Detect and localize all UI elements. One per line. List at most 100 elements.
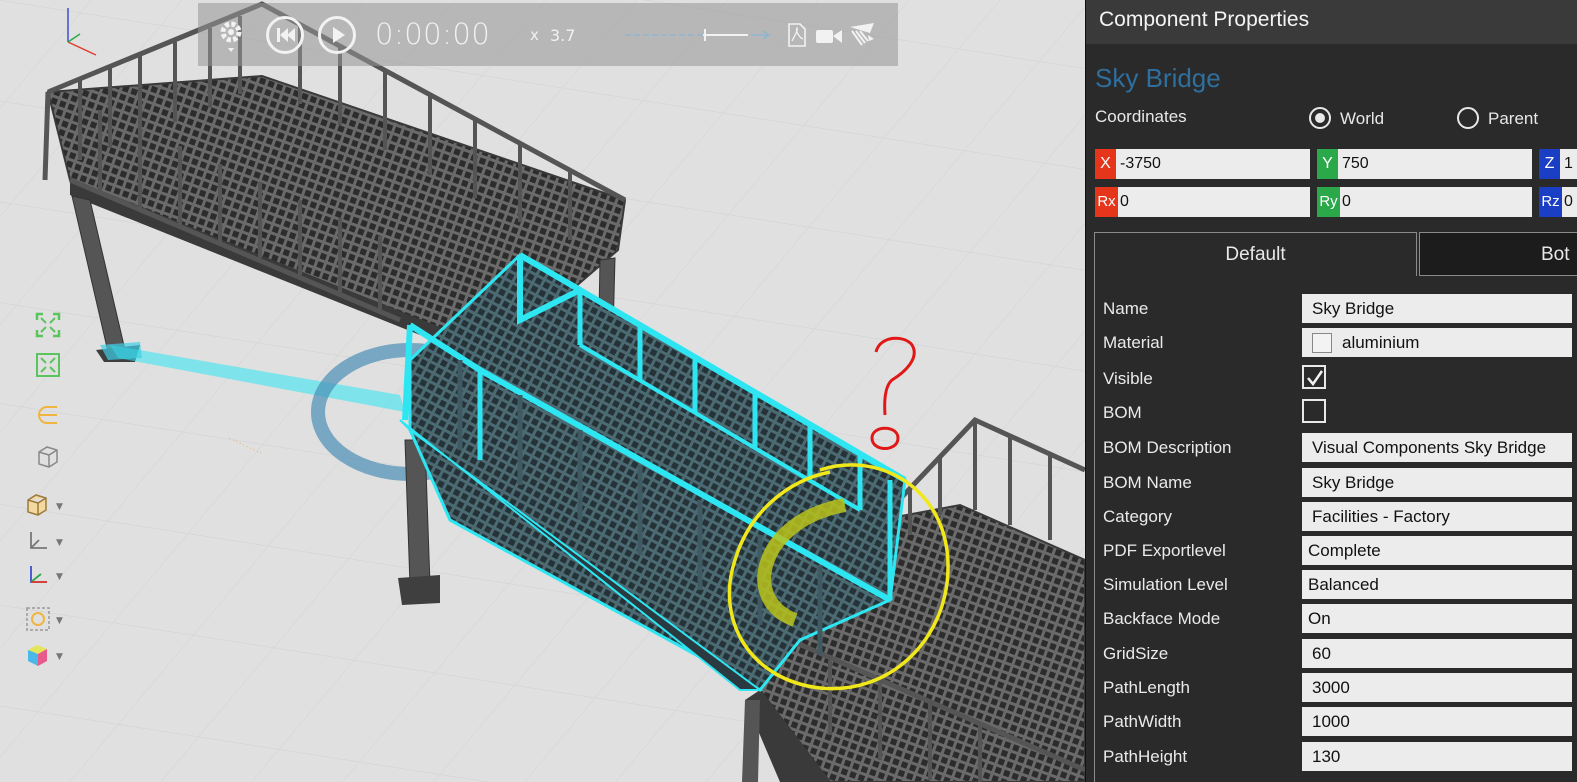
scene-canvas[interactable]: · · · · · · · · · · (0, 0, 1085, 782)
property-row-bom-name: BOM Name Sky Bridge (1095, 466, 1577, 500)
property-list: Name Sky Bridge Material aluminium Visib… (1094, 276, 1577, 782)
coord-rz-field[interactable]: Rz 0 (1539, 187, 1577, 217)
gridsize-field[interactable]: 60 (1302, 639, 1572, 668)
coord-rx-tag: Rx (1095, 187, 1118, 217)
coord-z-input[interactable]: 1 (1560, 149, 1577, 179)
fit-selection-icon[interactable] (35, 352, 61, 378)
property-row-category: Category Facilities - Factory (1095, 500, 1577, 534)
property-row-visible: Visible (1095, 362, 1577, 396)
visible-checkbox[interactable] (1302, 365, 1326, 389)
box-dropdown-icon[interactable] (25, 492, 51, 518)
property-row-bom: BOM (1095, 396, 1577, 430)
coord-rz-tag: Rz (1539, 187, 1562, 217)
axes-dropdown-icon[interactable] (25, 562, 51, 588)
tab-default[interactable]: Default (1094, 232, 1417, 276)
property-label: Visible (1103, 369, 1153, 388)
property-label: PDF Exportlevel (1103, 541, 1226, 560)
rewind-icon (277, 28, 295, 42)
bom-description-field[interactable]: Visual Components Sky Bridge (1302, 433, 1572, 462)
speed-multiplier-label: x (530, 26, 539, 44)
chevron-down-icon[interactable]: ▼ (56, 572, 63, 582)
tab-bot[interactable]: Bot (1419, 232, 1577, 276)
box-icon[interactable] (35, 444, 61, 470)
property-label: PathLength (1103, 678, 1190, 697)
play-icon (333, 27, 345, 43)
property-label: GridSize (1103, 644, 1169, 663)
material-value: aluminium (1342, 333, 1420, 352)
chevron-down-icon[interactable]: ▼ (56, 652, 63, 662)
pdf-icon[interactable] (786, 23, 808, 51)
coord-y-field[interactable]: Y 750 (1317, 149, 1532, 179)
coord-ry-field[interactable]: Ry 0 (1317, 187, 1532, 217)
pathwidth-field[interactable]: 1000 (1302, 707, 1572, 736)
property-label: PathWidth (1103, 712, 1182, 731)
play-button[interactable] (318, 16, 356, 54)
speed-multiplier-value: 3.7 (550, 26, 576, 45)
speed-slider[interactable] (623, 27, 773, 43)
property-row-pathwidth: PathWidth 1000 (1095, 705, 1577, 739)
pdf-exportlevel-select[interactable]: Complete (1302, 536, 1572, 565)
property-label: BOM (1103, 403, 1142, 422)
pathlength-field[interactable]: 3000 (1302, 673, 1572, 702)
radio-world[interactable] (1309, 107, 1331, 129)
component-name: Sky Bridge (1095, 63, 1221, 93)
coord-rx-input[interactable]: 0 (1118, 187, 1310, 217)
property-row-bom-description: BOM Description Visual Components Sky Br… (1095, 431, 1577, 465)
property-label: Category (1103, 507, 1172, 526)
render-icon[interactable] (848, 21, 876, 51)
coord-y-tag: Y (1317, 149, 1338, 179)
property-tabs: Default Bot (1094, 232, 1577, 276)
coord-rx-field[interactable]: Rx 0 (1095, 187, 1310, 217)
property-row-simulation-level: Simulation Level Balanced (1095, 568, 1577, 602)
coord-x-tag: X (1095, 149, 1116, 179)
chevron-down-icon[interactable]: ▼ (56, 538, 63, 548)
coord-x-field[interactable]: X -3750 (1095, 149, 1310, 179)
coord-ry-tag: Ry (1317, 187, 1340, 217)
property-row-pdf-exportlevel: PDF Exportlevel Complete (1095, 534, 1577, 568)
bom-name-field[interactable]: Sky Bridge (1302, 468, 1572, 497)
fit-all-icon[interactable] (35, 312, 61, 338)
snap-icon[interactable] (35, 402, 61, 428)
playback-time: 0:00:00 (375, 17, 491, 51)
panel-title: Component Properties (1099, 8, 1310, 31)
coord-z-field[interactable]: Z 1 (1539, 149, 1577, 179)
3d-viewport[interactable]: · · · · · · · · · · 0:00:00 x 3.7 ▼ ▼ ▼ … (0, 0, 1085, 782)
rewind-button[interactable] (266, 16, 304, 54)
property-row-pathlength: PathLength 3000 (1095, 671, 1577, 705)
property-label: Material (1103, 333, 1164, 352)
pathheight-field[interactable]: 130 (1302, 742, 1572, 771)
category-field[interactable]: Facilities - Factory (1302, 502, 1572, 531)
panel-header: Component Properties (1086, 0, 1577, 44)
property-row-pathheight: PathHeight 130 (1095, 740, 1577, 774)
property-label: BOM Name (1103, 473, 1192, 492)
property-label: Backface Mode (1103, 609, 1221, 628)
settings-gear-icon[interactable] (218, 19, 246, 52)
chevron-down-icon[interactable]: ▼ (56, 616, 63, 626)
coord-rz-input[interactable]: 0 (1562, 187, 1577, 217)
property-row-backface-mode: Backface Mode On (1095, 602, 1577, 636)
coord-z-tag: Z (1539, 149, 1560, 179)
frame-dropdown-icon[interactable] (25, 528, 51, 554)
property-label: Simulation Level (1103, 575, 1228, 594)
property-label: PathHeight (1103, 747, 1188, 766)
material-field[interactable]: aluminium (1302, 328, 1572, 357)
property-label: BOM Description (1103, 438, 1232, 457)
property-row-material: Material aluminium (1095, 326, 1577, 360)
video-camera-icon[interactable] (815, 26, 843, 50)
property-row-name: Name Sky Bridge (1095, 292, 1577, 326)
bom-checkbox[interactable] (1302, 399, 1326, 423)
render-mode-icon[interactable] (25, 606, 51, 632)
chevron-down-icon[interactable]: ▼ (56, 502, 63, 512)
coord-y-input[interactable]: 750 (1338, 149, 1532, 179)
color-cube-icon[interactable] (25, 642, 51, 668)
backface-mode-select[interactable]: On (1302, 604, 1572, 633)
coord-ry-input[interactable]: 0 (1340, 187, 1532, 217)
name-field[interactable]: Sky Bridge (1302, 294, 1572, 323)
simulation-level-select[interactable]: Balanced (1302, 570, 1572, 599)
property-row-gridsize: GridSize 60 (1095, 637, 1577, 671)
radio-world-label: World (1340, 109, 1385, 128)
coord-x-input[interactable]: -3750 (1116, 149, 1310, 179)
playback-toolbar: 0:00:00 x 3.7 (198, 3, 898, 66)
radio-parent[interactable] (1457, 107, 1479, 129)
property-label: Name (1103, 299, 1149, 318)
